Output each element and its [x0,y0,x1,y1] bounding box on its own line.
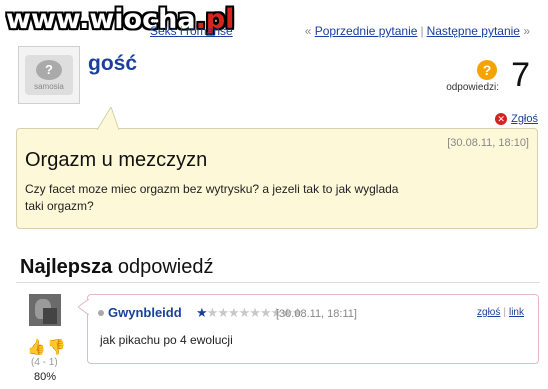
avatar-label: samosia [34,81,64,91]
rank-star-empty-icon: ★ [238,305,251,320]
thumbs-up-icon[interactable]: 👍 [27,338,46,356]
rank-star-empty-icon: ★ [227,305,240,320]
rank-star-empty-icon: ★ [259,305,272,320]
thumbs-down-icon[interactable]: 👎 [47,338,66,356]
rank-star-empty-icon: ★ [217,305,229,320]
breadcrumb-category-link[interactable]: Seks i romanse [150,24,233,38]
default-avatar-icon: ? samosia [25,55,73,95]
question-title: Orgazm u mezczyzn [25,149,208,171]
question-box: [30.08.11, 18:10] Orgazm u mezczyzn Czy … [16,107,538,229]
vote-count: (4 - 1) [31,357,58,368]
answers-counter: ? odpowiedzi: 7 [420,56,530,98]
question-bubble-icon: ? [36,59,62,80]
answers-count: 7 [511,56,530,94]
answer-author-avatar[interactable] [29,294,61,326]
question-navigation: « Poprzednie pytanie | Następne pytanie » [305,24,530,38]
report-x-icon: ✕ [495,113,508,125]
answers-label: odpowiedzi: [446,82,499,93]
question-author: gość [88,52,138,75]
question-author-avatar[interactable]: ? samosia [18,46,80,104]
answer-report-link[interactable]: zgłoś [477,307,500,318]
answers-question-icon: ? [477,60,497,80]
vote-percent: 80% [34,371,57,383]
offline-status-icon [98,309,104,316]
answer-date: [30.08.11, 18:11] [276,308,357,320]
answer-author[interactable]: Gwynbleidd [98,305,182,320]
answer-author-name[interactable]: Gwynbleidd [108,305,182,320]
question-body: Czy facet moze miec orgazm bez wytrysku?… [25,182,399,213]
best-answer-heading: Najlepsza odpowiedź [20,256,213,279]
question-date: [30.08.11, 18:10] [447,137,529,149]
next-arrow: » [519,24,530,38]
prev-question-link[interactable]: Poprzednie pytanie [315,24,418,38]
next-question-link[interactable]: Następne pytanie [427,24,520,38]
best-answer-heading-rest: odpowiedź [112,256,214,278]
report-question[interactable]: ✕ Zgłoś [495,113,538,125]
prev-arrow: « [304,24,315,38]
rank-star-empty-icon: ★ [249,305,261,320]
best-answer-heading-bold: Najlepsza [20,256,113,278]
section-divider [16,282,540,283]
speech-tail-icon [97,107,119,130]
answer-box: Gwynbleidd ★★★★★★★★★★ [30.08.11, 18:11] … [78,294,539,364]
report-link[interactable]: Zgłoś [511,113,538,125]
rank-star-empty-icon: ★ [206,305,219,320]
breadcrumb: Seks i romanse [150,24,233,38]
answer-speech-tail-icon [78,299,89,315]
top-bar: www.wiocha.pl Seks i romanse « Poprzedni… [0,0,548,42]
rank-star-filled-icon: ★ [196,305,208,320]
answer-text: jak pikachu po 4 ewolucji [100,333,233,347]
answer-links: zgłoś | link [477,307,524,318]
nav-separator: | [420,24,424,38]
answer-permalink[interactable]: link [509,307,524,318]
